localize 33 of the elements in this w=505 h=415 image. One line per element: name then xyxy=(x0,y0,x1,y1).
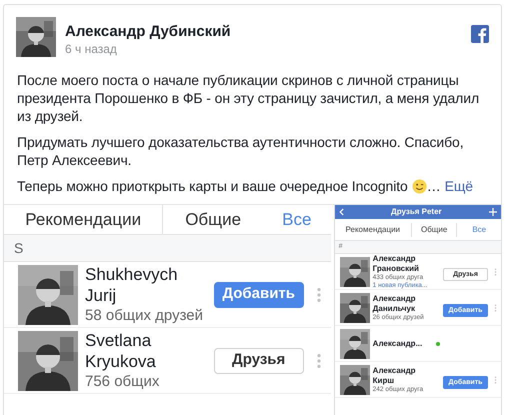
friend-name[interactable]: Александр Данильчук xyxy=(372,294,433,314)
more-options-icon[interactable] xyxy=(494,266,497,278)
tab[interactable]: Все xyxy=(262,205,331,234)
tab[interactable]: Общие xyxy=(163,205,263,234)
see-more-link[interactable]: Ещё xyxy=(444,177,473,195)
post-paragraph: Теперь можно приоткрыть карты и ваше очередное Incognito xyxy=(17,177,408,195)
back-icon[interactable] xyxy=(338,208,344,216)
friend-name[interactable]: Александр... xyxy=(372,338,433,348)
winking-smiley-icon xyxy=(412,178,427,194)
friend-name[interactable]: Shukhevych Jurij xyxy=(85,264,195,306)
tab[interactable]: Все xyxy=(457,222,501,236)
ellipsis: … xyxy=(426,177,441,195)
app-title: Друзья Peter xyxy=(390,206,443,218)
mutual-friends: 58 общих друзей xyxy=(85,306,204,325)
mutual-friends: 756 общих xyxy=(85,372,160,391)
facebook-logo-icon xyxy=(471,25,489,43)
tab[interactable]: Общие xyxy=(412,222,458,236)
more-options-icon[interactable] xyxy=(494,374,497,386)
section-header: S xyxy=(4,235,331,262)
author-name[interactable]: Александр Дубинский xyxy=(65,23,231,41)
post-paragraph: После моего поста о начале публикации скринов с личной страницы президента Порошенко в ФБ - он эту страницу зачистил, а меня удалил из друзей. xyxy=(17,71,480,125)
more-options-icon[interactable] xyxy=(316,286,321,304)
tab[interactable]: Рекомендации xyxy=(4,205,164,234)
friend-name[interactable]: Svetlana Kryukova xyxy=(85,330,195,372)
post-paragraph: Придумать лучшего доказательства аутентичности сложно. Спасибо, Петр Алексеевич. xyxy=(17,133,465,169)
plus-icon[interactable] xyxy=(489,208,497,216)
more-options-icon[interactable] xyxy=(316,352,321,370)
friends-button[interactable]: Друзья xyxy=(214,348,304,374)
more-options-icon[interactable] xyxy=(494,302,497,314)
tab[interactable]: Рекомендации xyxy=(334,222,412,236)
friend-name[interactable]: Александр Грановский xyxy=(372,254,433,274)
friend-name[interactable]: Александр Кирш xyxy=(372,366,433,386)
add-friend-button[interactable]: Добавить xyxy=(214,282,304,308)
